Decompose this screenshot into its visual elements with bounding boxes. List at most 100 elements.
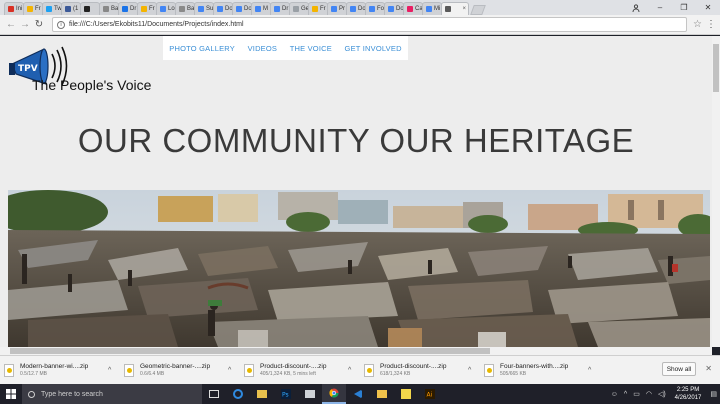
browser-tab[interactable]: Ba [175, 2, 195, 15]
chevron-up-icon[interactable]: ^ [624, 391, 627, 398]
tab-label: Dr [130, 6, 137, 12]
photoshop-icon[interactable]: Ps [274, 384, 298, 404]
edge-icon[interactable] [226, 384, 250, 404]
windows-start-icon[interactable] [0, 384, 22, 404]
nav-get-involved[interactable]: GET INVOLVED [345, 44, 402, 53]
new-tab-button[interactable] [470, 5, 486, 15]
close-tab-icon[interactable]: × [462, 6, 466, 12]
tab-favicon-icon [388, 6, 394, 12]
site-nav: PHOTO GALLERY VIDEOS THE VOICE GET INVOL… [163, 36, 408, 60]
chevron-up-icon[interactable]: ^ [348, 367, 351, 374]
browser-tab[interactable]: Ba [99, 2, 119, 15]
taskbar-search-input[interactable]: Type here to search [22, 384, 202, 404]
download-name: Geometric-banner-....zip [140, 363, 211, 370]
nav-photo-gallery[interactable]: PHOTO GALLERY [169, 44, 235, 53]
horizontal-scrollbar[interactable] [0, 347, 712, 355]
people-icon[interactable]: ☺ [611, 391, 618, 398]
vertical-scrollbar[interactable] [712, 36, 720, 347]
battery-icon[interactable]: ▭ [633, 390, 640, 398]
forward-icon[interactable]: → [18, 18, 32, 32]
address-bar[interactable]: i file:///C:/Users/Ekobits11/Documents/P… [52, 17, 688, 32]
svg-text:Ps: Ps [282, 392, 289, 399]
browser-tab[interactable]: Fr [137, 2, 157, 15]
tab-favicon-icon [350, 6, 356, 12]
browser-tab[interactable]: M [251, 2, 271, 15]
browser-toolbar: ← → ↻ i file:///C:/Users/Ekobits11/Docum… [0, 15, 720, 35]
tab-favicon-icon [179, 6, 185, 12]
notes-icon[interactable] [394, 384, 418, 404]
close-window-icon[interactable]: ✕ [696, 0, 720, 15]
browser-tab[interactable]: Pr [327, 2, 347, 15]
browser-tab[interactable]: Dr [270, 2, 290, 15]
info-icon[interactable]: i [57, 20, 65, 29]
menu-icon[interactable]: ⋮ [706, 19, 716, 30]
close-icon[interactable]: ✕ [705, 364, 712, 373]
mail-icon[interactable] [298, 384, 322, 404]
download-size: 618/1,324 KB [380, 371, 411, 377]
browser-tab[interactable]: Ca [403, 2, 423, 15]
chrome-icon[interactable] [322, 384, 346, 404]
hero-image [8, 190, 710, 347]
chevron-up-icon[interactable]: ^ [108, 367, 111, 374]
tab-label: Ini [16, 6, 23, 12]
browser-tab[interactable]: Dr [118, 2, 138, 15]
site-logo[interactable]: TPV The People's Voice [8, 44, 158, 96]
download-name: Product-discount-....zip [380, 363, 447, 370]
browser-tab[interactable]: Fr [308, 2, 328, 15]
download-size: 0.6/6.4 MB [140, 371, 165, 377]
chevron-up-icon[interactable]: ^ [468, 367, 471, 374]
tab-favicon-icon [8, 6, 14, 12]
browser-tab[interactable]: Do [213, 2, 233, 15]
browser-tab[interactable]: Ge [289, 2, 309, 15]
brand-name: The People's Voice [32, 77, 152, 93]
download-item[interactable]: Product-discount-....zip 405/1,324 KB, 5 … [244, 359, 362, 381]
browser-tab-active[interactable]: × [441, 2, 469, 15]
nav-the-voice[interactable]: THE VOICE [290, 44, 332, 53]
browser-tab[interactable]: Fr [23, 2, 43, 15]
file-explorer-icon[interactable] [250, 384, 274, 404]
download-item[interactable]: Four-banners-with....zip 505/665 KB ^ [484, 359, 602, 381]
illustrator-icon[interactable]: Ai [418, 384, 442, 404]
clock[interactable]: 2:25 PM 4/26/2017 [675, 386, 702, 402]
bookmark-star-icon[interactable]: ☆ [693, 19, 702, 30]
browser-tab[interactable]: Lo [156, 2, 176, 15]
download-item[interactable]: Geometric-banner-....zip 0.6/6.4 MB ^ [124, 359, 242, 381]
show-all-button[interactable]: Show all [662, 362, 696, 376]
tab-favicon-icon [293, 6, 299, 12]
browser-tab[interactable]: Fo [365, 2, 385, 15]
back-icon[interactable]: ← [4, 18, 18, 32]
page-viewport: PHOTO GALLERY VIDEOS THE VOICE GET INVOL… [0, 36, 712, 347]
wifi-icon[interactable]: ◠ [646, 390, 652, 398]
vscode-icon[interactable] [346, 384, 370, 404]
nav-videos[interactable]: VIDEOS [248, 44, 278, 53]
browser-tab[interactable]: Do [384, 2, 404, 15]
browser-tab[interactable]: Ini [4, 2, 24, 15]
chevron-up-icon[interactable]: ^ [588, 367, 591, 374]
task-view-icon[interactable] [202, 384, 226, 404]
maximize-icon[interactable]: ❐ [672, 0, 696, 15]
download-item[interactable]: Product-discount-....zip 618/1,324 KB ^ [364, 359, 482, 381]
minimize-icon[interactable]: – [648, 0, 672, 15]
system-tray: ☺ ^ ▭ ◠ ◁) 2:25 PM 4/26/2017 ▤ [608, 384, 720, 404]
tab-label: M [263, 6, 268, 12]
browser-tab[interactable]: Do [232, 2, 252, 15]
browser-tab[interactable]: Mi [422, 2, 442, 15]
chevron-up-icon[interactable]: ^ [228, 367, 231, 374]
download-item[interactable]: Modern-banner-wi....zip 0.5/12.7 MB ^ [4, 359, 122, 381]
reload-icon[interactable]: ↻ [32, 18, 46, 32]
tab-label: Lo [168, 6, 175, 12]
svg-text:Ai: Ai [427, 392, 433, 399]
browser-tab[interactable]: Tw [42, 2, 62, 15]
browser-tab[interactable] [80, 2, 100, 15]
folder-icon[interactable] [370, 384, 394, 404]
browser-tab[interactable]: (1 [61, 2, 81, 15]
browser-tab[interactable]: Do [346, 2, 366, 15]
user-icon[interactable] [624, 0, 648, 15]
tab-label: Fr [320, 6, 326, 12]
tab-favicon-icon [369, 6, 375, 12]
tab-strip: Ini Fr Tw (1 Ba Dr Fr Lo Ba Su Do Do M Dr Ge Fr Pr Do Fo Do… [0, 0, 720, 15]
notifications-icon[interactable]: ▤ [710, 390, 717, 398]
volume-icon[interactable]: ◁) [658, 390, 666, 398]
tab-favicon-icon [274, 6, 280, 12]
browser-tab[interactable]: Su [194, 2, 214, 15]
